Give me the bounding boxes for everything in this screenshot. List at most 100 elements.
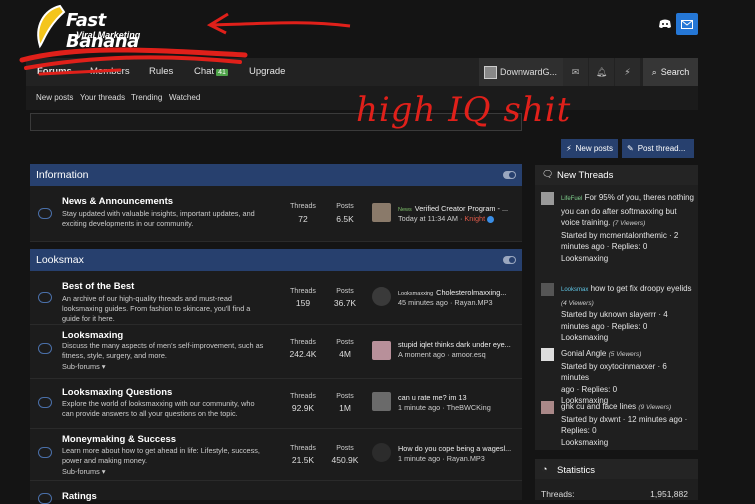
username: DownwardG... xyxy=(500,67,558,77)
viewer-count: (9 Viewers) xyxy=(638,404,672,411)
category-information[interactable]: Information xyxy=(30,164,522,186)
subnav-new-posts[interactable]: New posts xyxy=(36,93,73,102)
nav-upgrade[interactable]: Upgrade xyxy=(249,66,285,77)
forum-row[interactable]: News & Announcements Stay updated with v… xyxy=(30,186,522,242)
forum-row[interactable]: Ratings xyxy=(30,481,522,504)
last-post-user[interactable]: Knight xyxy=(464,214,485,223)
new-threads-panel: 🗨︎ New Threads LifeFuel For 95% of you, … xyxy=(535,165,698,450)
thread-forum[interactable]: Looksmaxing xyxy=(561,333,608,342)
meta-separator: · xyxy=(442,403,445,412)
chat-count-badge: 41 xyxy=(216,69,228,76)
post-thread-button[interactable]: ✎ Post thread... xyxy=(622,139,694,158)
search-button[interactable]: ⌕ Search xyxy=(643,58,698,86)
verified-icon xyxy=(487,215,495,223)
thread-text: ghk cu and face lines (9 Viewers) Starte… xyxy=(561,401,694,448)
posts-header: Posts xyxy=(336,393,354,400)
threads-count: 72 xyxy=(298,214,308,224)
subnav-watched[interactable]: Watched xyxy=(169,93,200,102)
discord-icon[interactable] xyxy=(656,15,674,33)
last-post-avatar[interactable] xyxy=(372,203,391,222)
thread-meta: Started by dxwnt · 12 minutes ago · xyxy=(561,414,688,424)
subnav-your-threads[interactable]: Your threads xyxy=(80,93,125,102)
forum-description: Discuss the many aspects of men's self-i… xyxy=(62,341,264,360)
nav-chat[interactable]: Chat 41 xyxy=(194,66,228,77)
last-post-title-text: Cholesterolmaxxing... xyxy=(436,288,507,297)
thread-title[interactable]: ghk cu and face lines xyxy=(561,402,636,411)
viewer-count: (5 Viewers) xyxy=(608,351,642,358)
last-post-title[interactable]: How do you cope being a wagesl... xyxy=(398,444,518,453)
last-post-meta: 45 minutes ago · Rayan.MP3 xyxy=(398,298,493,307)
last-post-user[interactable]: Rayan.MP3 xyxy=(454,298,492,307)
thread-meta: ago · Replies: 0 xyxy=(561,384,618,394)
site-header: Fast Banana Viral Marketing xyxy=(0,0,755,58)
forum-row[interactable]: Looksmaxing Questions Explore the world … xyxy=(30,379,522,429)
bolt-icon[interactable]: ⚡︎ xyxy=(615,58,640,86)
forum-title[interactable]: Looksmaxing Questions xyxy=(62,387,172,398)
nav-forums[interactable]: Forums xyxy=(37,66,72,77)
forum-description: Learn more about how to get ahead in lif… xyxy=(62,446,260,465)
forum-row[interactable]: Moneymaking & Success Learn more about h… xyxy=(30,429,522,481)
thread-meta: minutes ago · Replies: 0 xyxy=(561,321,648,331)
last-post-title-text: Verified Creator Program - ... xyxy=(414,204,509,213)
thread-meta: Started by oxytocinmaxxer · 6 minutes xyxy=(561,361,667,383)
last-post-title[interactable]: Looksmaxxing Cholesterolmaxxing... xyxy=(398,288,518,297)
last-post-title[interactable]: stupid iqlet thinks dark under eye... xyxy=(398,340,518,349)
nav-chat-label: Chat xyxy=(194,66,215,77)
forum-title[interactable]: Best of the Best xyxy=(62,281,134,292)
forum-chat-icon xyxy=(38,493,52,504)
last-post-time: Today at 11:34 AM xyxy=(398,214,458,223)
thread-prefix: Looksmax xyxy=(561,287,589,293)
last-post-user[interactable]: Rayan.MP3 xyxy=(447,454,485,463)
handwritten-annotation: high IQ shit xyxy=(356,90,572,130)
nav-rules[interactable]: Rules xyxy=(149,66,173,77)
last-post-avatar[interactable] xyxy=(372,443,391,462)
forum-title[interactable]: News & Announcements xyxy=(62,196,173,207)
forum-title[interactable]: Ratings xyxy=(62,491,97,502)
nav-members[interactable]: Members xyxy=(90,66,130,77)
last-post-user[interactable]: TheBWCKing xyxy=(447,403,491,412)
forum-title[interactable]: Looksmaxing xyxy=(62,330,123,341)
last-post-avatar[interactable] xyxy=(372,287,391,306)
mail-icon[interactable] xyxy=(676,13,698,35)
collapse-toggle-icon[interactable] xyxy=(503,256,516,264)
last-post-title[interactable]: can u rate me? im 13 xyxy=(398,393,518,402)
forum-description: Explore the world of looksmaxxing with o… xyxy=(62,399,255,418)
thread-title[interactable]: Gonial Angle xyxy=(561,349,606,358)
bell-icon[interactable]: 🔔︎ xyxy=(589,58,614,86)
category-title: Information xyxy=(36,169,89,181)
site-logo[interactable]: Fast Banana Viral Marketing xyxy=(30,2,170,52)
last-post-user[interactable]: amoor.esq xyxy=(452,350,486,359)
thread-forum[interactable]: Looksmaxing xyxy=(561,438,608,447)
forum-row[interactable]: Best of the Best An archive of our high-… xyxy=(30,271,522,325)
panel-header: 🗨︎ New Threads xyxy=(535,165,698,185)
clock-icon: ◔ xyxy=(542,464,548,474)
new-posts-button[interactable]: ⚡︎ New posts xyxy=(561,139,618,158)
thread-meta: minutes ago · Replies: 0 xyxy=(561,242,648,251)
subforums-toggle[interactable]: Sub-forums ▾ xyxy=(62,467,105,476)
meta-separator: · xyxy=(449,298,453,307)
threads-header: Threads xyxy=(290,288,316,295)
collapse-toggle-icon[interactable] xyxy=(503,171,516,179)
last-post-avatar[interactable] xyxy=(372,392,391,411)
forum-title[interactable]: Moneymaking & Success xyxy=(62,434,176,445)
meta-separator: · xyxy=(459,214,463,223)
forum-row[interactable]: Looksmaxing Discuss the many aspects of … xyxy=(30,325,522,379)
last-post-meta: 1 minute ago · Rayan.MP3 xyxy=(398,454,485,463)
stat-value: 1,951,882 xyxy=(650,489,688,499)
thread-title[interactable]: how to get fix droopy eyelids xyxy=(591,284,692,293)
logo-tagline: Viral Marketing xyxy=(76,30,141,40)
subnav-trending[interactable]: Trending xyxy=(131,93,162,102)
inbox-icon[interactable]: ✉ xyxy=(563,58,588,86)
category-looksmax[interactable]: Looksmax xyxy=(30,249,522,271)
last-post-meta: 1 minute ago · TheBWCKing xyxy=(398,403,491,412)
category-title: Looksmax xyxy=(36,254,84,266)
thread-forum[interactable]: Looksmaxing xyxy=(561,254,608,263)
forum-chat-icon xyxy=(38,208,52,219)
avatar xyxy=(541,401,554,414)
thread-meta: Started by mcmentalonthemic · 2 xyxy=(561,230,679,240)
last-post-avatar[interactable] xyxy=(372,341,391,360)
subforums-toggle[interactable]: Sub-forums ▾ xyxy=(62,362,105,371)
last-post-title[interactable]: News Verified Creator Program - ... xyxy=(398,204,518,213)
chat-bubbles-icon: 🗨︎ xyxy=(542,169,554,179)
statistics-panel: ◔ Statistics Threads: 1,951,882 xyxy=(535,459,698,500)
